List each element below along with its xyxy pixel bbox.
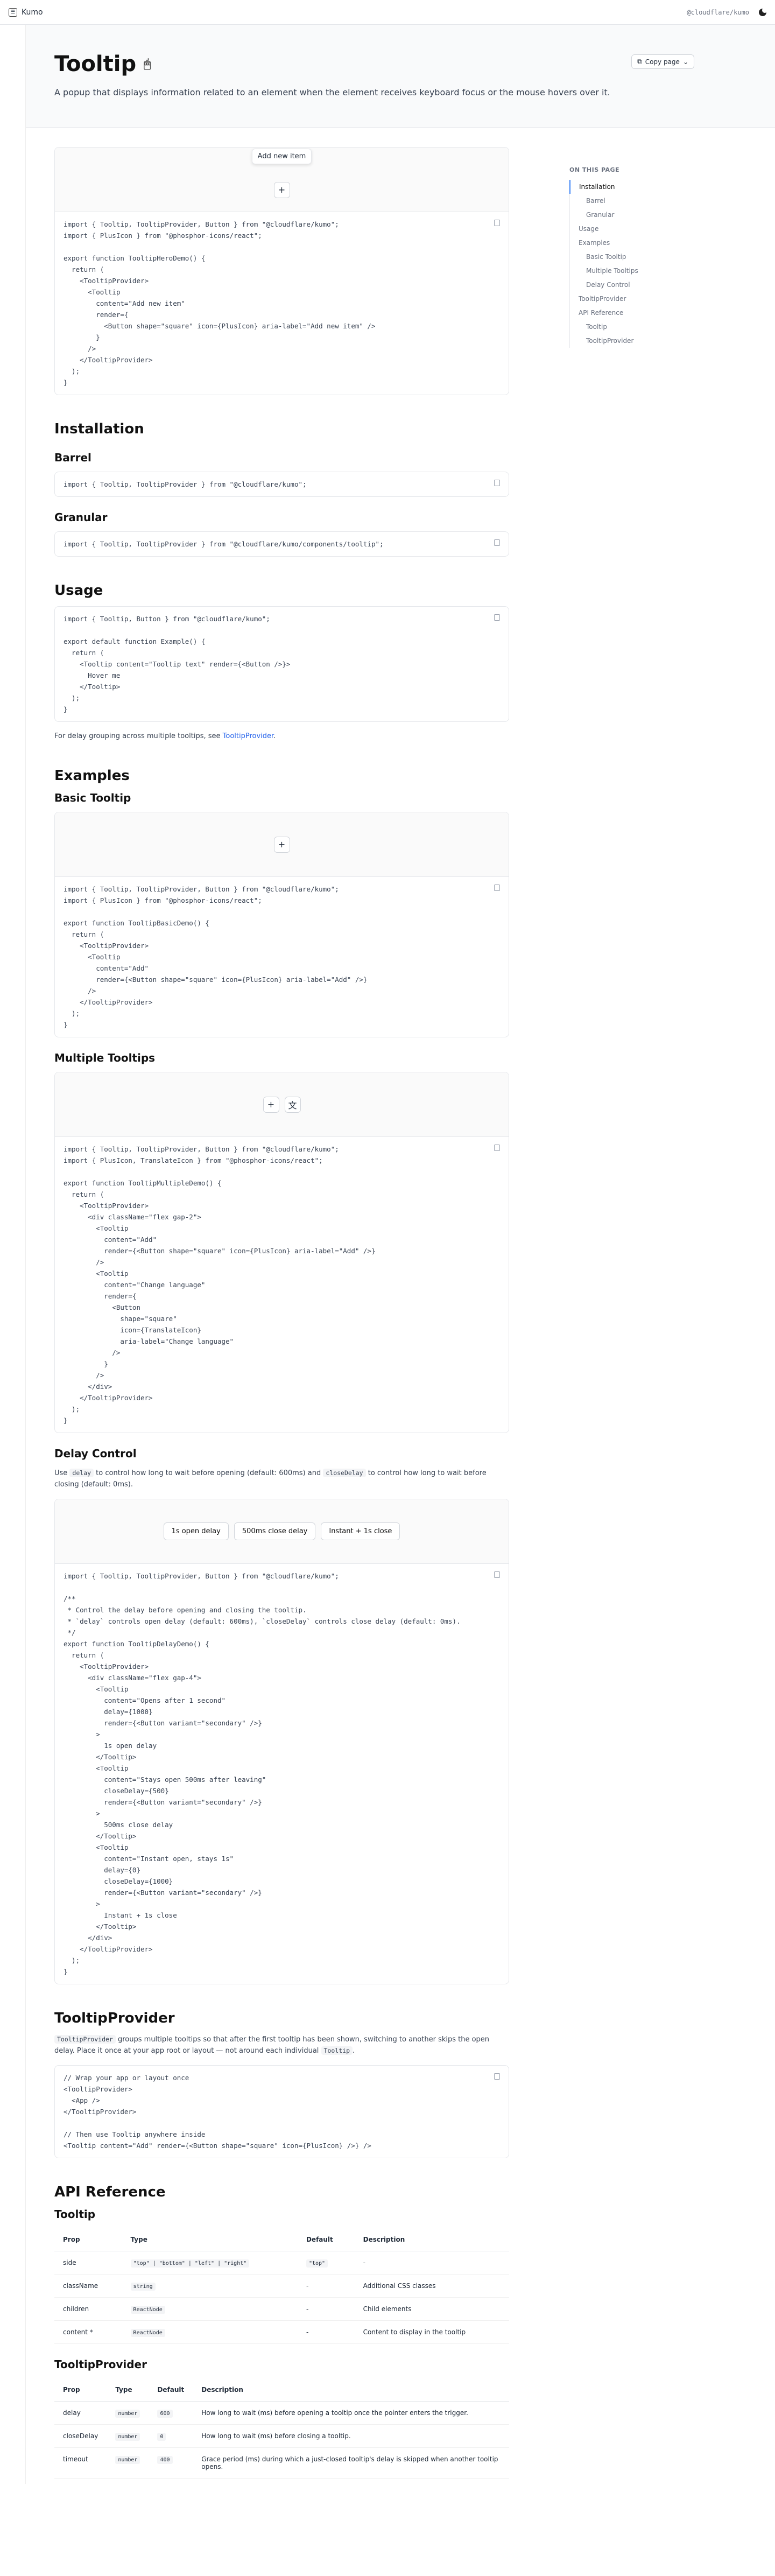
toc-item[interactable]: Tooltip [569, 320, 661, 334]
plus-icon[interactable]: + [273, 836, 290, 853]
copy-icon[interactable] [494, 539, 500, 546]
toc-item[interactable]: Multiple Tooltips [569, 264, 661, 278]
table-row: closeDelay number 0 How long to wait (ms) b… [54, 2424, 509, 2448]
tooltip-popup: Add new item [251, 149, 312, 164]
code-block: import { Tooltip, Button } from "@cloudf… [55, 607, 509, 721]
api-table-provider: Prop Type Default Description delay number 60… [54, 2378, 509, 2479]
chevron-down-icon: ⌄ [682, 58, 688, 66]
hero-example: Add new item + import { Tooltip, Tooltip… [54, 147, 509, 395]
code-block: // Wrap your app or layout once <Tooltip… [55, 2066, 509, 2158]
delay-button[interactable]: 500ms close delay [234, 1522, 316, 1540]
page-subtitle: A popup that displays information relate… [54, 87, 610, 97]
toc-item[interactable]: TooltipProvider [569, 292, 661, 306]
package-name: @cloudflare/kumo [687, 8, 749, 16]
section-api: API Reference [54, 2184, 166, 2200]
page: Tooltip 🖱 A popup that displays informati… [25, 25, 775, 2484]
copy-icon[interactable] [494, 885, 500, 891]
table-row: delay number 600 How long to wait (ms) befo… [54, 2401, 509, 2425]
copy-icon[interactable] [494, 2073, 500, 2080]
plus-icon[interactable]: + [263, 1096, 279, 1113]
toc-item[interactable]: API Reference [569, 306, 661, 320]
code-block: import { Tooltip, TooltipProvider, Butto… [55, 877, 509, 1037]
toc-item[interactable]: Barrel [569, 194, 661, 208]
translate-icon[interactable]: 文 [284, 1096, 301, 1113]
toc-item[interactable]: Basic Tooltip [569, 250, 661, 264]
copy-icon[interactable] [494, 614, 500, 621]
table-row: timeout number 400 Grace period (ms) during… [54, 2447, 509, 2479]
code-block: import { Tooltip, TooltipProvider } from… [55, 532, 509, 556]
copy-icon[interactable] [494, 480, 500, 486]
copy-icon: ⧉ [637, 58, 642, 65]
toc-item[interactable]: TooltipProvider [569, 334, 661, 348]
section-provider: TooltipProvider [54, 2010, 175, 2026]
table-of-contents: ON THIS PAGE Installation Barrel Granula… [569, 166, 661, 348]
section-examples: Examples [54, 768, 130, 784]
table-row: children ReactNode - Child elements [54, 2297, 509, 2321]
toc-item[interactable]: Installation [569, 180, 661, 194]
theme-toggle-icon[interactable] [759, 7, 767, 16]
api-table-tooltip: Prop Type Default Description side "top" | "… [54, 2228, 509, 2344]
delay-button[interactable]: Instant + 1s close [321, 1522, 400, 1540]
section-installation: Installation [54, 421, 144, 437]
app-title[interactable]: Kumo [22, 8, 43, 17]
copy-page-button[interactable]: ⧉ Copy page ⌄ [631, 54, 694, 69]
plus-icon[interactable]: + [273, 181, 290, 198]
code-block: import { Tooltip, TooltipProvider, Butto… [55, 1564, 509, 1984]
code-block: import { Tooltip, TooltipProvider } from… [55, 472, 509, 496]
copy-icon[interactable] [494, 1145, 500, 1151]
copy-icon[interactable] [494, 220, 500, 226]
toc-item[interactable]: Usage [569, 222, 661, 236]
section-usage: Usage [54, 582, 103, 599]
top-bar: ☰ Kumo @cloudflare/kumo [0, 0, 775, 25]
toc-item[interactable]: Delay Control [569, 278, 661, 292]
toc-item[interactable]: Examples [569, 236, 661, 250]
page-title: Tooltip [54, 52, 137, 76]
menu-icon[interactable]: ☰ [9, 8, 17, 17]
table-row: content * ReactNode - Content to display in… [54, 2320, 509, 2344]
copy-icon[interactable] [494, 1571, 500, 1578]
table-row: side "top" | "bottom" | "left" | "right" "… [54, 2251, 509, 2275]
code-block: import { Tooltip, TooltipProvider, Butto… [55, 1137, 509, 1433]
cursor-icon: 🖱 [144, 57, 151, 71]
table-row: className string - Additional CSS classes [54, 2274, 509, 2298]
delay-button[interactable]: 1s open delay [163, 1522, 229, 1540]
main-content: Add new item + import { Tooltip, Tooltip… [54, 128, 509, 2479]
provider-link[interactable]: TooltipProvider [223, 732, 274, 740]
toc-item[interactable]: Granular [569, 208, 661, 222]
code-block: import { Tooltip, TooltipProvider, Butto… [55, 212, 509, 395]
hero: Tooltip 🖱 A popup that displays informati… [26, 25, 775, 128]
